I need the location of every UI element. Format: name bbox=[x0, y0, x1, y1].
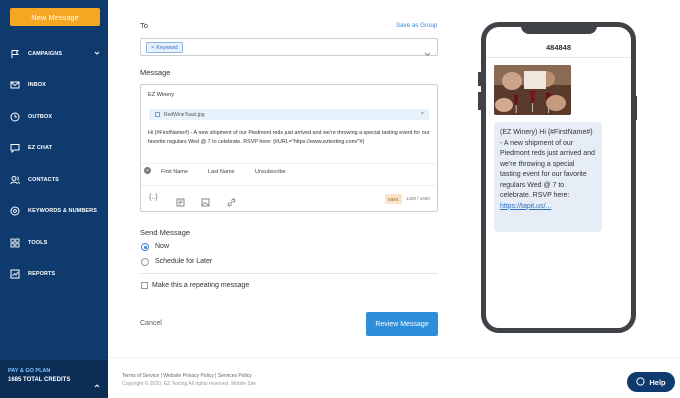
tools-icon bbox=[10, 238, 20, 248]
tag-last-name[interactable]: Last Name bbox=[208, 166, 235, 177]
plan-panel[interactable]: PAY & GO PLAN 1685 TOTAL CREDITS bbox=[0, 360, 108, 398]
keywords-icon bbox=[10, 206, 20, 216]
help-button[interactable]: Help bbox=[627, 372, 675, 392]
message-body[interactable]: Hi {#FirstName#} - A new shipment of our… bbox=[148, 129, 432, 146]
footer-links[interactable]: Terms of Service | Website Privacy Polic… bbox=[122, 372, 256, 380]
save-as-group-link[interactable]: Save as Group bbox=[396, 22, 437, 29]
sidebar-item-label: REPORTS bbox=[28, 271, 56, 278]
sidebar-item-label: INBOX bbox=[28, 82, 46, 89]
chip-label: Keyword bbox=[156, 44, 178, 51]
bubble-link[interactable]: https://tapit.us/... bbox=[500, 203, 551, 210]
sidebar-nav: CAMPAIGNS INBOX OUTBOX EZ CHAT CONTACTS … bbox=[0, 38, 108, 290]
phone-divider bbox=[486, 57, 631, 58]
new-message-button[interactable]: New Message bbox=[10, 8, 100, 26]
sidebar-item-label: CONTACTS bbox=[28, 176, 59, 183]
phone-notch bbox=[521, 26, 597, 34]
message-editor[interactable]: EZ Winery RedWineToast.jpg × Hi {#FirstN… bbox=[140, 84, 438, 212]
variable-icon[interactable]: {..} bbox=[149, 194, 158, 201]
repeat-checkbox[interactable] bbox=[141, 282, 148, 289]
chevron-down-icon[interactable] bbox=[424, 44, 431, 62]
company-name: EZ Winery bbox=[148, 92, 175, 98]
cancel-button[interactable]: Cancel bbox=[140, 320, 162, 327]
divider bbox=[140, 273, 438, 274]
close-icon[interactable]: × bbox=[144, 167, 151, 174]
inbox-icon bbox=[10, 80, 20, 90]
remove-attachment-icon[interactable]: × bbox=[421, 111, 424, 117]
sidebar: New Message CAMPAIGNS INBOX OUTBOX EZ CH… bbox=[0, 0, 108, 398]
help-label: Help bbox=[649, 377, 666, 387]
sidebar-item-ez-chat[interactable]: EZ CHAT bbox=[0, 133, 108, 165]
sidebar-item-inbox[interactable]: INBOX bbox=[0, 70, 108, 102]
footer: Terms of Service | Website Privacy Polic… bbox=[122, 372, 256, 388]
sidebar-item-outbox[interactable]: OUTBOX bbox=[0, 101, 108, 133]
footer-divider bbox=[108, 357, 680, 358]
sidebar-item-campaigns[interactable]: CAMPAIGNS bbox=[0, 38, 108, 70]
sidebar-item-label: TOOLS bbox=[28, 239, 48, 246]
attachment-bar: RedWineToast.jpg × bbox=[149, 109, 429, 120]
chevron-down-icon[interactable] bbox=[94, 50, 100, 58]
sidebar-item-label: OUTBOX bbox=[28, 113, 53, 120]
sidebar-item-tools[interactable]: TOOLS bbox=[0, 227, 108, 259]
review-message-button[interactable]: Review Message bbox=[366, 312, 438, 336]
link-icon[interactable] bbox=[227, 194, 236, 212]
send-message-label: Send Message bbox=[140, 228, 191, 237]
phone-preview: 484848 (EZ Winery) Hi {#FirstName#} - A … bbox=[481, 22, 636, 333]
image-icon[interactable] bbox=[201, 194, 210, 212]
repeat-label: Make this a repeating message bbox=[152, 282, 250, 289]
sidebar-item-label: CAMPAIGNS bbox=[28, 50, 63, 57]
attachment-filename: RedWineToast.jpg bbox=[164, 111, 205, 118]
radio-now[interactable] bbox=[141, 243, 149, 251]
chat-bubble-icon bbox=[636, 376, 645, 388]
template-icon[interactable] bbox=[176, 194, 185, 212]
tag-unsubscribe[interactable]: Unsubscribe bbox=[255, 166, 286, 177]
sidebar-item-label: KEYWORDS & NUMBERS bbox=[28, 208, 98, 215]
char-count: 1400 / 1600 bbox=[406, 196, 430, 201]
sidebar-item-contacts[interactable]: CONTACTS bbox=[0, 164, 108, 196]
sidebar-item-label: EZ CHAT bbox=[28, 145, 53, 152]
bubble-text: (EZ Winery) Hi {#FirstName#} - A new shi… bbox=[500, 129, 595, 199]
mms-badge: MMS bbox=[385, 194, 402, 204]
image-file-icon bbox=[155, 112, 160, 117]
message-label: Message bbox=[140, 68, 171, 77]
message-bubble: (EZ Winery) Hi {#FirstName#} - A new shi… bbox=[494, 122, 602, 232]
contacts-icon bbox=[10, 175, 20, 185]
mms-image bbox=[494, 65, 571, 115]
app: New Message CAMPAIGNS INBOX OUTBOX EZ CH… bbox=[0, 0, 680, 398]
tag-first-name[interactable]: First Name bbox=[161, 166, 188, 177]
radio-schedule-label: Schedule for Later bbox=[155, 258, 213, 265]
to-select[interactable]: × Keyword bbox=[140, 38, 438, 57]
chevron-up-icon[interactable] bbox=[94, 376, 100, 394]
phone-short-code: 484848 bbox=[545, 43, 572, 52]
chat-icon bbox=[10, 143, 20, 154]
plan-credits: 1685 TOTAL CREDITS bbox=[8, 377, 71, 383]
radio-now-label: Now bbox=[155, 243, 170, 250]
plan-title: PAY & GO PLAN bbox=[8, 368, 51, 374]
flag-icon bbox=[10, 49, 20, 59]
merge-tag-row: × First Name Last Name Unsubscribe bbox=[141, 163, 437, 177]
footer-copyright: Copyright © 2020, EZ Texting All rights … bbox=[122, 381, 256, 387]
radio-schedule-later[interactable] bbox=[141, 258, 149, 266]
sidebar-item-reports[interactable]: REPORTS bbox=[0, 259, 108, 291]
recipient-chip[interactable]: × Keyword bbox=[146, 42, 183, 53]
sidebar-item-keywords-numbers[interactable]: KEYWORDS & NUMBERS bbox=[0, 196, 108, 228]
editor-toolbar: {..} MMS 1400 / 1600 bbox=[141, 185, 437, 209]
to-label: To bbox=[140, 21, 148, 30]
chip-remove-icon[interactable]: × bbox=[151, 45, 154, 51]
clock-icon bbox=[10, 112, 20, 122]
reports-icon bbox=[10, 269, 20, 279]
